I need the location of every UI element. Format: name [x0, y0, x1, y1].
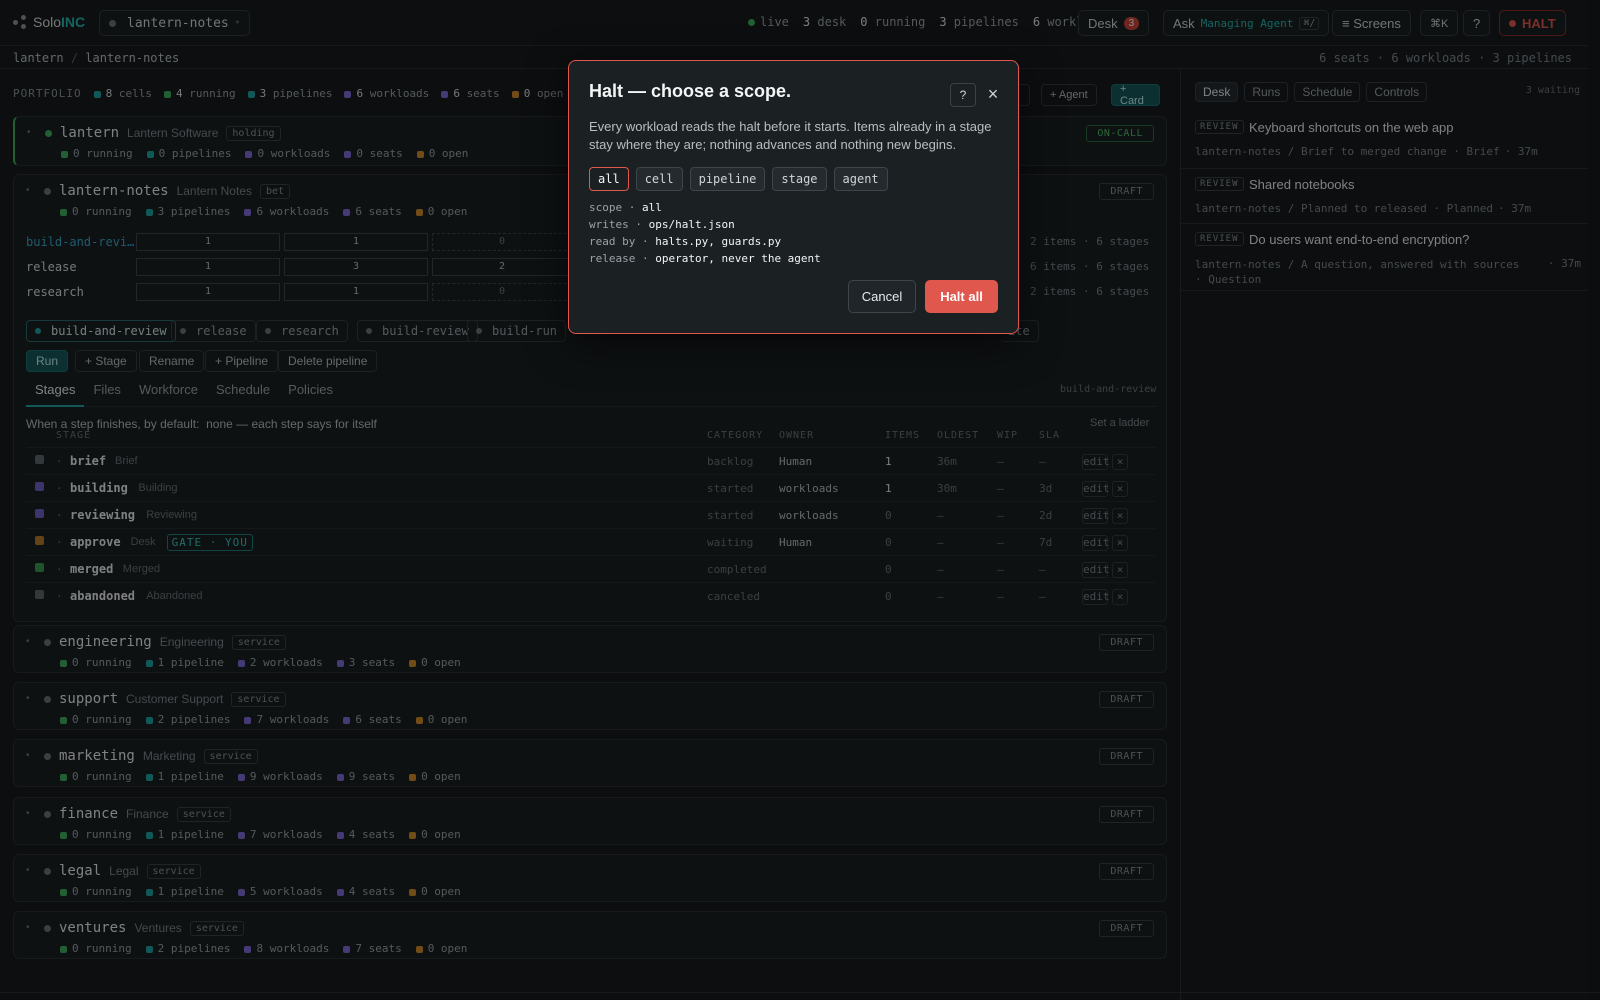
scope-agent[interactable]: agent — [833, 167, 888, 191]
scope-selector: all cell pipeline stage agent — [589, 167, 888, 191]
halt-modal: Halt — choose a scope. ? × Every workloa… — [568, 60, 1019, 334]
halt-all-button[interactable]: Halt all — [925, 280, 998, 313]
detail-value: ops/halt.json — [648, 218, 735, 231]
scope-all[interactable]: all — [589, 167, 629, 191]
modal-title: Halt — choose a scope. — [589, 81, 792, 101]
close-icon[interactable]: × — [982, 83, 1004, 107]
detail-key: writes · — [589, 218, 642, 231]
detail-key: scope · — [589, 201, 636, 214]
scope-pipeline[interactable]: pipeline — [689, 167, 766, 191]
cancel-button[interactable]: Cancel — [848, 280, 916, 313]
detail-key: read by · — [589, 235, 649, 248]
detail-value: operator, never the agent — [655, 252, 821, 265]
scope-stage[interactable]: stage — [772, 167, 827, 191]
modal-help-button[interactable]: ? — [950, 83, 976, 107]
modal-detail-row: read by · halts.py, guards.py — [589, 235, 781, 248]
scope-cell[interactable]: cell — [635, 167, 683, 191]
modal-detail-row: scope · all — [589, 201, 662, 214]
modal-detail-row: writes · ops/halt.json — [589, 218, 735, 231]
detail-value: all — [641, 201, 662, 214]
modal-description: Every workload reads the halt before it … — [589, 119, 992, 152]
detail-key: release · — [589, 252, 649, 265]
modal-detail-row: release · operator, never the agent — [589, 252, 821, 265]
detail-value: halts.py, guards.py — [655, 235, 782, 248]
